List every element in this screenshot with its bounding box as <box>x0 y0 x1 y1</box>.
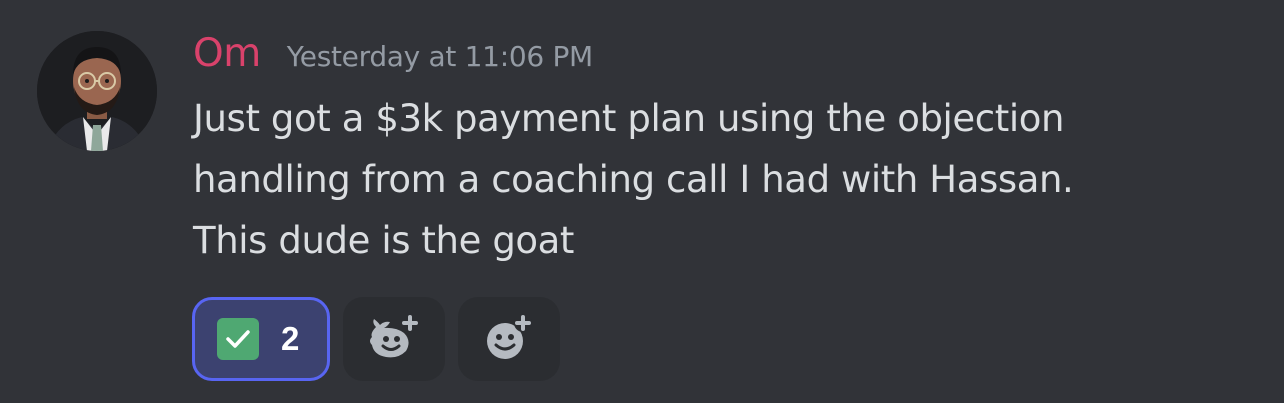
username[interactable]: Om <box>193 30 261 78</box>
message-content: Just got a $3k payment plan using the ob… <box>193 88 1253 271</box>
chat-message: Om Yesterday at 11:06 PM Just got a $3k … <box>0 0 1284 403</box>
message-line: handling from a coaching call I had with… <box>193 158 1074 201</box>
reactions-bar: 2 <box>192 297 560 381</box>
avatar[interactable] <box>37 31 157 151</box>
timestamp[interactable]: Yesterday at 11:06 PM <box>287 33 594 81</box>
super-reaction-add-icon <box>366 313 422 365</box>
message-line: Just got a $3k payment plan using the ob… <box>193 97 1065 140</box>
reaction-count: 2 <box>281 320 300 357</box>
message-line: This dude is the goat <box>193 219 575 262</box>
add-super-reaction-button[interactable] <box>343 297 445 381</box>
reaction-check-mark[interactable]: 2 <box>192 297 330 381</box>
emoji-add-icon <box>481 313 537 365</box>
white-check-mark-icon <box>217 318 259 360</box>
message-header: Om Yesterday at 11:06 PM <box>193 30 593 80</box>
avatar-image <box>37 31 157 151</box>
add-reaction-button[interactable] <box>458 297 560 381</box>
